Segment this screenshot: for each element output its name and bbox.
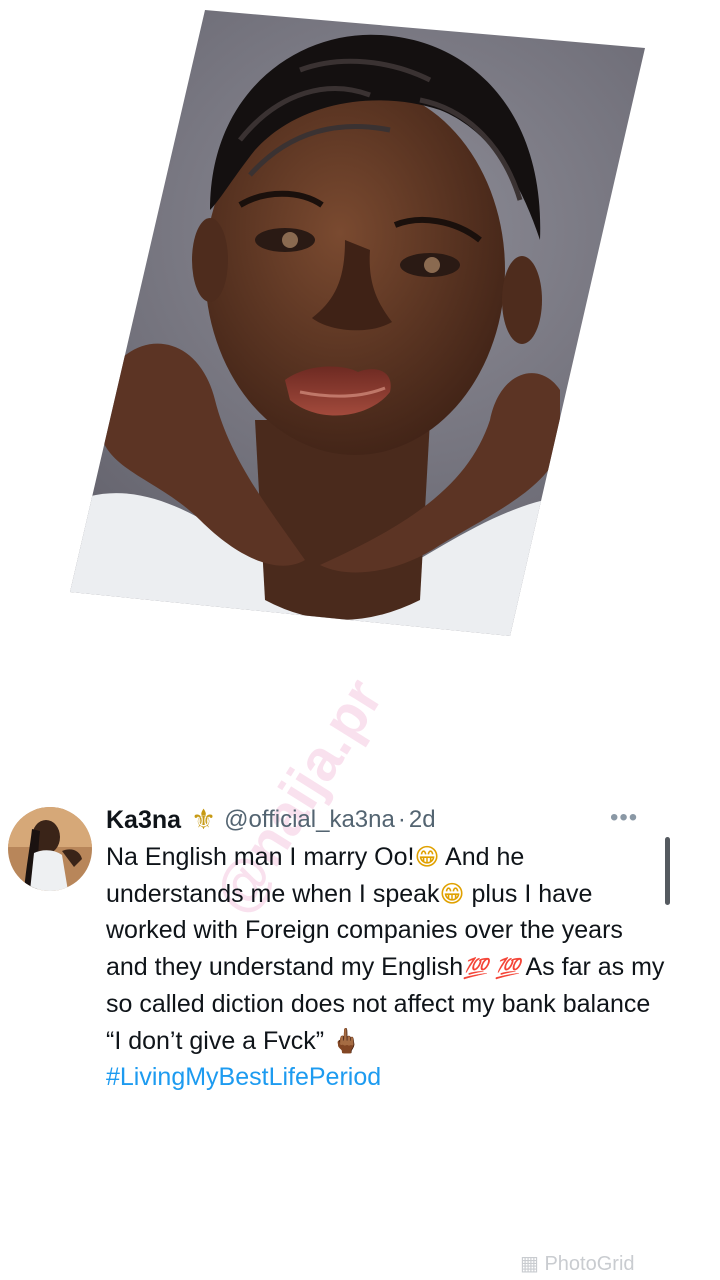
scrollbar[interactable] xyxy=(665,837,670,905)
middle-finger-emoji-icon: 🖕🏾 xyxy=(331,1026,361,1055)
tweet-card[interactable]: Ka3na ⚜ @official_ka3na · 2d ••• Na Engl… xyxy=(0,795,720,1155)
hundred-points-emoji-icon: 💯 xyxy=(463,955,489,980)
grinning-emoji-icon: 😁 xyxy=(439,879,465,908)
separator-dot: · xyxy=(397,806,406,833)
grinning-emoji-icon: 😁 xyxy=(414,843,440,871)
portrait-photo xyxy=(0,0,720,660)
photogrid-watermark: ▦ PhotoGrid xyxy=(520,1251,635,1276)
fleur-de-lis-icon: ⚜ xyxy=(191,804,217,835)
grid-icon: ▦ xyxy=(520,1253,539,1275)
hundred-points-emoji-icon: 💯 xyxy=(495,955,520,980)
tweet-text-segment: Na English man I marry Oo! xyxy=(106,843,415,871)
display-name[interactable]: Ka3na xyxy=(106,806,181,835)
avatar[interactable] xyxy=(8,807,92,891)
tweet-header: Ka3na ⚜ @official_ka3na · 2d xyxy=(106,803,436,837)
tweet-text: Na English man I marry Oo!😁 And he under… xyxy=(106,839,666,1096)
user-handle[interactable]: @official_ka3na xyxy=(224,806,395,834)
hashtag-link[interactable]: #LivingMyBestLifePeriod xyxy=(106,1063,381,1091)
tweet-timestamp[interactable]: 2d xyxy=(409,806,436,834)
more-options-icon[interactable]: ••• xyxy=(610,806,638,830)
photogrid-label: PhotoGrid xyxy=(544,1253,635,1275)
